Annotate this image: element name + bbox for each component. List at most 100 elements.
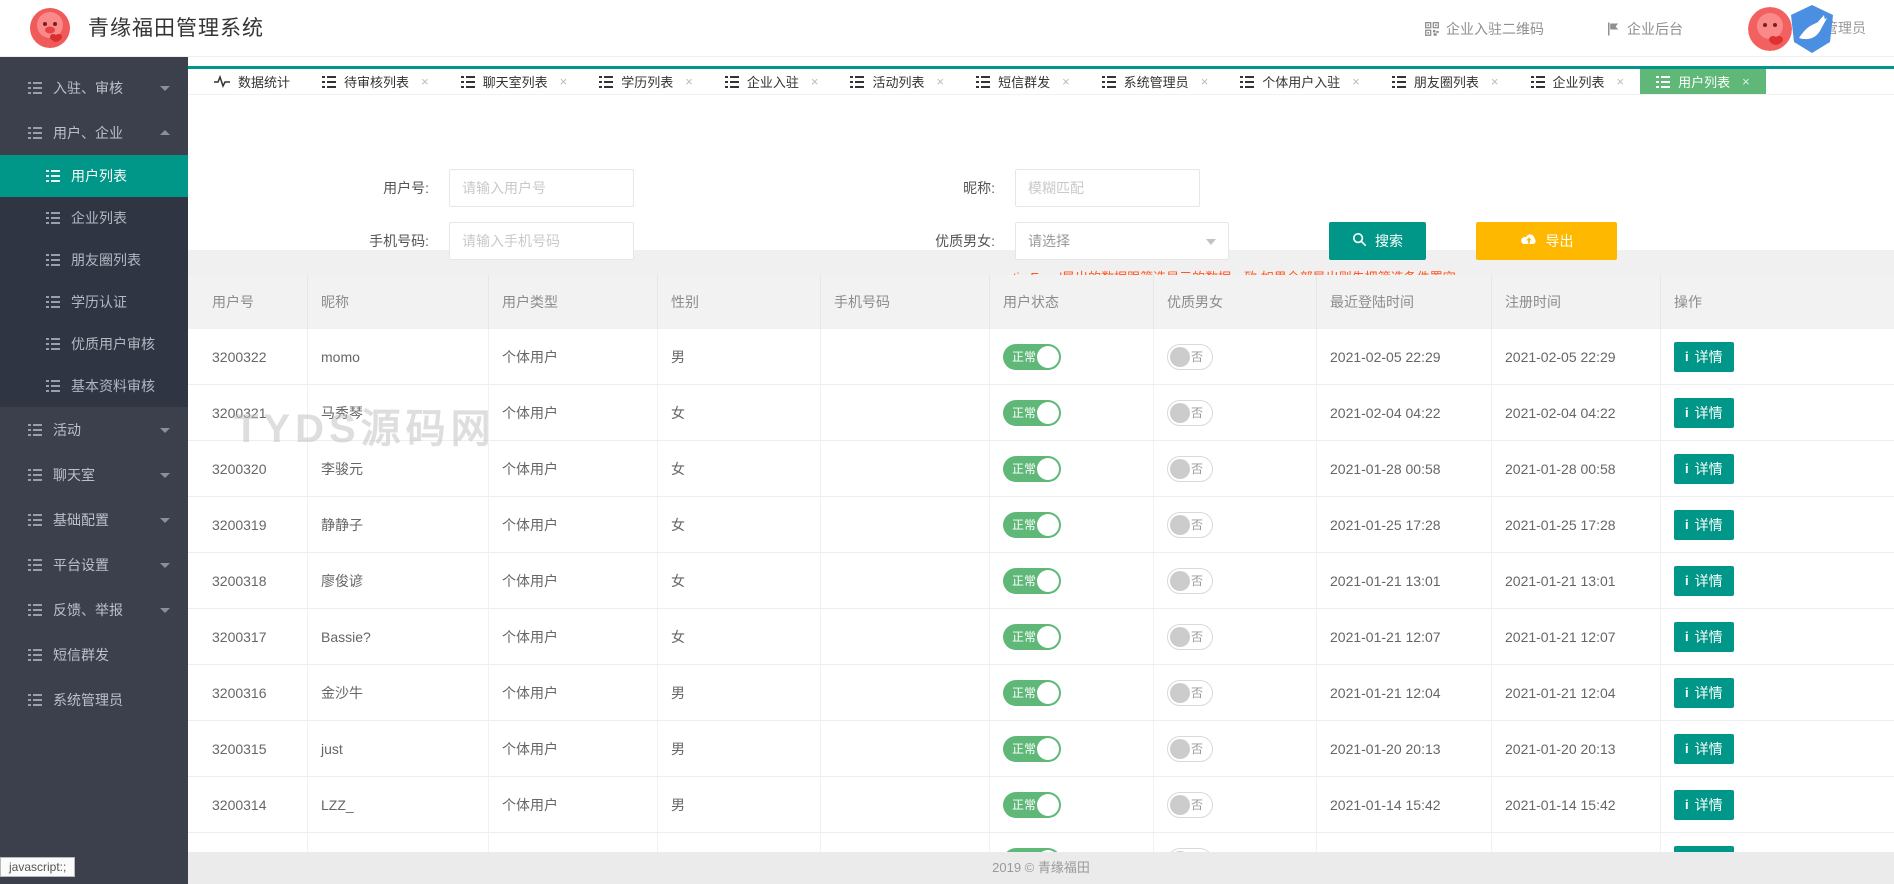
- tab-label: 待审核列表: [344, 72, 409, 91]
- detail-button[interactable]: i详情: [1674, 342, 1734, 372]
- tab-label: 个体用户入驻: [1262, 72, 1340, 91]
- close-icon[interactable]: ×: [1617, 75, 1625, 88]
- table-cell: [821, 441, 990, 496]
- close-icon[interactable]: ×: [1201, 75, 1209, 88]
- status-toggle-on[interactable]: 正常: [1003, 568, 1061, 594]
- status-toggle-on[interactable]: 正常: [1003, 512, 1061, 538]
- tab-1[interactable]: 待审核列表 ×: [306, 69, 445, 94]
- table-cell-date: 2021-01-28 00:58: [1492, 441, 1661, 496]
- table-cell-actions: i详情: [1661, 721, 1894, 776]
- tab-3[interactable]: 学历列表 ×: [583, 69, 709, 94]
- chevron-down-icon: [160, 608, 170, 613]
- tab-label: 学历列表: [621, 72, 673, 91]
- tab-6[interactable]: 短信群发×: [960, 69, 1086, 94]
- tab-11-active[interactable]: 用户列表×: [1640, 69, 1766, 94]
- tab-5[interactable]: 活动列表×: [834, 69, 960, 94]
- sidebar-item-3[interactable]: 企业列表: [0, 197, 188, 239]
- tab-10[interactable]: 企业列表×: [1515, 69, 1641, 94]
- toggle-knob: [1170, 571, 1190, 591]
- list-icon: [46, 254, 60, 266]
- tab-8[interactable]: 个体用户入驻 ×: [1224, 69, 1376, 94]
- tab-0[interactable]: 数据统计: [198, 69, 306, 94]
- detail-button[interactable]: i详情: [1674, 454, 1734, 484]
- table-header-row: 用户号昵称用户类型性别手机号码用户状态优质男女最近登陆时间注册时间操作: [188, 275, 1894, 329]
- table-cell: 个体用户: [489, 609, 658, 664]
- premium-toggle-off[interactable]: 否: [1167, 792, 1213, 818]
- premium-toggle-off[interactable]: 否: [1167, 344, 1213, 370]
- user-id-input[interactable]: [449, 169, 634, 207]
- premium-toggle-off[interactable]: 否: [1167, 456, 1213, 482]
- enterprise-qrcode-link[interactable]: 企业入驻二维码: [1425, 0, 1544, 57]
- export-button-label: 导出: [1546, 231, 1574, 251]
- close-icon[interactable]: ×: [560, 75, 568, 88]
- premium-toggle-off[interactable]: 否: [1167, 736, 1213, 762]
- sidebar-item-9[interactable]: 聊天室: [0, 452, 188, 497]
- list-icon: [28, 469, 42, 481]
- sidebar-item-4[interactable]: 朋友圈列表: [0, 239, 188, 281]
- table-cell: momo: [308, 329, 489, 384]
- enterprise-qrcode-label: 企业入驻二维码: [1446, 19, 1544, 39]
- status-toggle-on[interactable]: 正常: [1003, 456, 1061, 482]
- table-cell-date: 2021-02-05 22:29: [1492, 329, 1661, 384]
- status-toggle-on[interactable]: 正常: [1003, 792, 1061, 818]
- table-cell-actions: i详情: [1661, 329, 1894, 384]
- sidebar-item-12[interactable]: 反馈、举报: [0, 587, 188, 632]
- tab-2[interactable]: 聊天室列表×: [445, 69, 584, 94]
- toggle-knob: [1170, 683, 1190, 703]
- detail-button[interactable]: i详情: [1674, 510, 1734, 540]
- close-icon[interactable]: ×: [1742, 75, 1750, 88]
- sidebar-item-5[interactable]: 学历认证: [0, 281, 188, 323]
- premium-toggle-off[interactable]: 否: [1167, 400, 1213, 426]
- phone-label: 手机号码:: [299, 222, 429, 260]
- flag-icon: [1606, 22, 1620, 36]
- close-icon[interactable]: ×: [1062, 75, 1070, 88]
- premium-toggle-off[interactable]: 否: [1167, 624, 1213, 650]
- detail-button[interactable]: i详情: [1674, 734, 1734, 764]
- close-icon[interactable]: ×: [685, 75, 693, 88]
- table-cell-date: 2021-01-14 15:42: [1317, 777, 1492, 832]
- sidebar-item-14[interactable]: 系统管理员: [0, 677, 188, 722]
- sidebar-item-label: 短信群发: [53, 645, 109, 665]
- table-cell-status: 正常: [990, 553, 1154, 608]
- sidebar-item-7[interactable]: 基本资料审核: [0, 365, 188, 407]
- search-button[interactable]: 搜索: [1329, 222, 1426, 260]
- status-toggle-on[interactable]: 正常: [1003, 344, 1061, 370]
- premium-select[interactable]: 请选择: [1015, 222, 1229, 260]
- status-toggle-on[interactable]: 正常: [1003, 680, 1061, 706]
- sidebar-item-2-active[interactable]: 用户列表: [0, 155, 188, 197]
- close-icon[interactable]: ×: [1491, 75, 1499, 88]
- detail-button[interactable]: i详情: [1674, 566, 1734, 596]
- close-icon[interactable]: ×: [421, 75, 429, 88]
- detail-button[interactable]: i详情: [1674, 678, 1734, 708]
- sidebar-item-8[interactable]: 活动: [0, 407, 188, 452]
- nickname-input[interactable]: [1015, 169, 1200, 207]
- export-button[interactable]: 导出: [1476, 222, 1617, 260]
- phone-input[interactable]: [449, 222, 634, 260]
- close-icon[interactable]: ×: [811, 75, 819, 88]
- sidebar-item-10[interactable]: 基础配置: [0, 497, 188, 542]
- premium-toggle-off[interactable]: 否: [1167, 512, 1213, 538]
- sidebar-item-6[interactable]: 优质用户审核: [0, 323, 188, 365]
- sidebar-item-0[interactable]: 入驻、审核: [0, 65, 188, 110]
- tab-7[interactable]: 系统管理员×: [1086, 69, 1225, 94]
- premium-toggle-off[interactable]: 否: [1167, 568, 1213, 594]
- status-toggle-on[interactable]: 正常: [1003, 624, 1061, 650]
- table-cell: 3200316: [188, 665, 308, 720]
- premium-toggle-off[interactable]: 否: [1167, 680, 1213, 706]
- status-toggle-on[interactable]: 正常: [1003, 736, 1061, 762]
- detail-button[interactable]: i详情: [1674, 622, 1734, 652]
- sidebar-item-11[interactable]: 平台设置: [0, 542, 188, 587]
- detail-button[interactable]: i详情: [1674, 790, 1734, 820]
- tab-4[interactable]: 企业入驻×: [709, 69, 835, 94]
- sidebar-item-1[interactable]: 用户、企业: [0, 110, 188, 155]
- column-header-2: 用户类型: [489, 275, 658, 329]
- sidebar-item-13[interactable]: 短信群发: [0, 632, 188, 677]
- close-icon[interactable]: ×: [936, 75, 944, 88]
- detail-button[interactable]: i详情: [1674, 398, 1734, 428]
- close-icon[interactable]: ×: [1352, 75, 1360, 88]
- table-cell-premium: 否: [1154, 777, 1317, 832]
- user-id-label: 用户号:: [299, 169, 429, 207]
- enterprise-backend-link[interactable]: 企业后台: [1606, 0, 1683, 57]
- tab-9[interactable]: 朋友圈列表×: [1376, 69, 1515, 94]
- status-toggle-on[interactable]: 正常: [1003, 400, 1061, 426]
